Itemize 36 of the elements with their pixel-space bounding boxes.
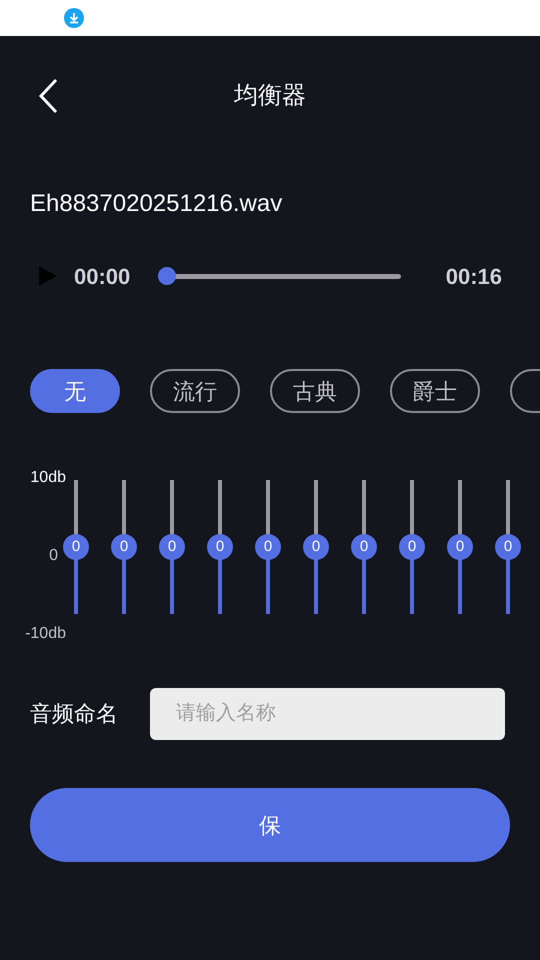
preset-tab[interactable]: 古典 [270,369,360,413]
band-thumb[interactable]: 0 [447,534,473,560]
band-thumb[interactable]: 0 [351,534,377,560]
max-db-label: 10db [30,468,66,488]
file-name: Eh8837020251216.wav [30,190,282,217]
preset-tab[interactable]: 爵士 [390,369,480,413]
preset-tab[interactable]: 无 [30,369,120,413]
band-thumb[interactable]: 0 [399,534,425,560]
duration: 00:16 [446,262,502,290]
current-time: 00:00 [74,262,130,290]
band-thumb[interactable]: 0 [63,534,89,560]
save-button[interactable]: 保 [30,788,510,862]
band-thumb[interactable]: 0 [303,534,329,560]
min-db-label: -10db [25,624,66,644]
band-thumb[interactable]: 0 [207,534,233,560]
name-label: 音频命名 [30,700,118,728]
band-thumb[interactable]: 0 [255,534,281,560]
band-slider[interactable]: 0 [159,480,185,614]
band-thumb[interactable]: 0 [495,534,521,560]
band-slider[interactable]: 0 [255,480,281,614]
band-slider[interactable]: 0 [111,480,137,614]
band-thumb[interactable]: 0 [159,534,185,560]
band-slider[interactable]: 0 [351,480,377,614]
name-input[interactable]: 请输入名称 [150,688,505,740]
page-title: 均衡器 [234,81,306,111]
band-slider[interactable]: 0 [399,480,425,614]
band-thumb[interactable]: 0 [111,534,137,560]
progress-thumb[interactable] [158,267,176,285]
band-slider[interactable]: 0 [495,480,521,614]
zero-db-label: 0 [49,546,59,566]
band-slider[interactable]: 0 [447,480,473,614]
band-slider[interactable]: 0 [303,480,329,614]
download-icon [64,8,84,28]
preset-tab[interactable]: 流行 [150,369,240,413]
band-slider[interactable]: 0 [207,480,233,614]
back-icon[interactable] [38,78,58,114]
